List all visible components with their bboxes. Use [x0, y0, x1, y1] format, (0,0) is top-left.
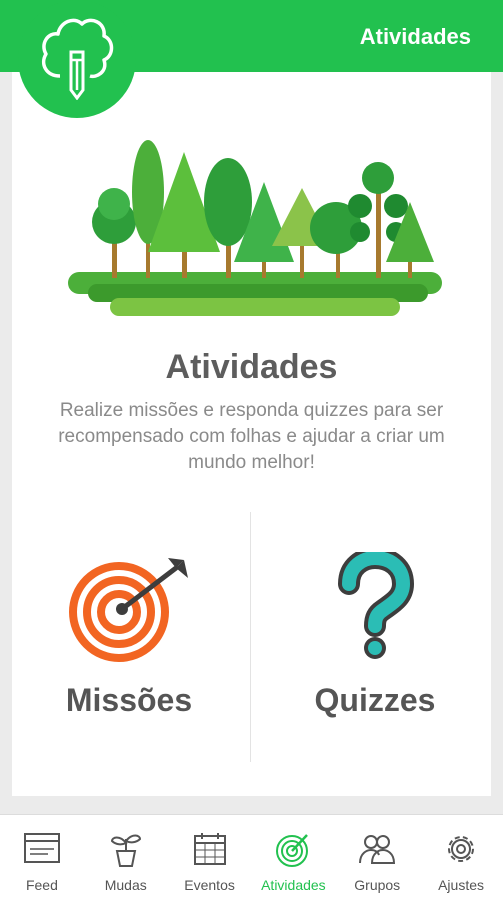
- missions-button[interactable]: Missões: [14, 552, 244, 752]
- nav-item-eventos[interactable]: Eventos: [168, 815, 252, 900]
- browser-window-icon: [23, 833, 60, 863]
- nav-label-ajustes: Ajustes: [438, 877, 485, 893]
- forest-illustration: [68, 140, 442, 316]
- missions-label: Missões: [65, 682, 193, 718]
- nav-label-grupos: Grupos: [354, 877, 401, 893]
- plant-pot-icon: [110, 834, 141, 867]
- header-title: Atividades: [359, 24, 471, 49]
- activities-card: Atividades Realize missões e responda qu…: [12, 72, 491, 796]
- quizzes-label: Quizzes: [314, 682, 436, 718]
- target-icon: [276, 834, 309, 867]
- app-logo[interactable]: [18, 0, 136, 118]
- tree-pencil-logo-icon: [41, 18, 114, 100]
- bottom-navigation: Feed Mudas Eventos Atividades Grupos Aju…: [0, 814, 503, 900]
- page-title: Atividades: [165, 348, 338, 386]
- nav-item-mudas[interactable]: Mudas: [84, 815, 168, 900]
- nav-label-atividades: Atividades: [261, 877, 326, 893]
- quizzes-button[interactable]: Quizzes: [260, 552, 490, 752]
- question-mark-icon: [338, 552, 415, 659]
- nav-item-feed[interactable]: Feed: [0, 815, 84, 900]
- gear-icon: [448, 836, 475, 862]
- nav-item-grupos[interactable]: Grupos: [335, 815, 419, 900]
- nav-item-ajustes[interactable]: Ajustes: [419, 815, 503, 900]
- calendar-icon: [193, 833, 226, 865]
- nav-label-feed: Feed: [25, 877, 58, 893]
- target-arrow-icon: [69, 558, 188, 662]
- options-divider: [250, 512, 251, 762]
- nav-label-mudas: Mudas: [104, 877, 147, 893]
- nav-label-eventos: Eventos: [184, 877, 235, 893]
- page-description: Realize missões e responda quizzes para …: [58, 400, 445, 473]
- people-icon: [359, 835, 396, 864]
- nav-item-atividades[interactable]: Atividades: [251, 815, 335, 900]
